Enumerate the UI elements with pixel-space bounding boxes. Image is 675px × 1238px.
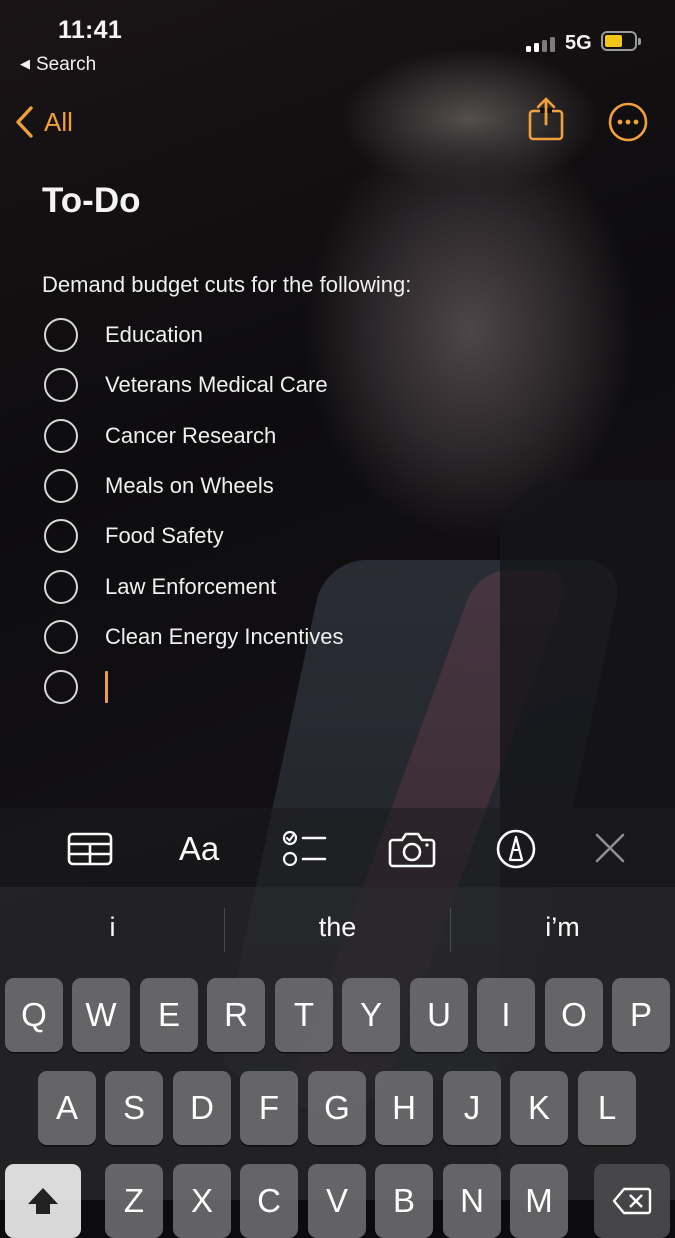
cellular-signal-icon	[526, 36, 556, 52]
key-g[interactable]: G	[308, 1071, 366, 1145]
delete-backspace-icon	[612, 1187, 652, 1215]
key-f[interactable]: F	[240, 1071, 298, 1145]
checklist-item-text[interactable]: Clean Energy Incentives	[105, 624, 343, 650]
checklist-item-text[interactable]: Veterans Medical Care	[105, 372, 328, 398]
key-z[interactable]: Z	[105, 1164, 163, 1238]
checklist-item-text[interactable]: Education	[105, 322, 203, 348]
checklist-item-text[interactable]: Meals on Wheels	[105, 473, 274, 499]
key-k[interactable]: K	[510, 1071, 568, 1145]
unchecked-circle-icon[interactable]	[44, 318, 78, 353]
back-app-label: Search	[36, 54, 97, 75]
key-v[interactable]: V	[308, 1164, 366, 1238]
unchecked-circle-icon[interactable]	[44, 670, 78, 705]
delete-key[interactable]	[594, 1164, 670, 1238]
network-type: 5G	[565, 32, 592, 54]
checklist-item-text[interactable]: Cancer Research	[105, 423, 276, 449]
key-a[interactable]: A	[38, 1071, 96, 1145]
unchecked-circle-icon[interactable]	[44, 469, 78, 504]
checklist-item[interactable]: Cancer Research	[44, 411, 343, 461]
key-i[interactable]: I	[477, 978, 535, 1052]
unchecked-circle-icon[interactable]	[44, 368, 78, 403]
text-format-button[interactable]: Aa	[170, 827, 228, 871]
unchecked-circle-icon[interactable]	[44, 569, 78, 604]
unchecked-circle-icon[interactable]	[44, 418, 78, 453]
unchecked-circle-icon[interactable]	[44, 519, 78, 554]
checklist-item-text[interactable]: Food Safety	[105, 523, 224, 549]
more-options-icon[interactable]	[607, 101, 649, 143]
checklist-item-text[interactable]: Law Enforcement	[105, 574, 276, 600]
key-u[interactable]: U	[410, 978, 468, 1052]
checklist-item[interactable]: Law Enforcement	[44, 561, 343, 611]
key-y[interactable]: Y	[342, 978, 400, 1052]
key-e[interactable]: E	[140, 978, 198, 1052]
key-j[interactable]: J	[443, 1071, 501, 1145]
checklist-item[interactable]: Education	[44, 310, 343, 360]
status-time: 11:41	[58, 16, 123, 44]
key-b[interactable]: B	[375, 1164, 433, 1238]
text-cursor	[105, 671, 108, 704]
unchecked-circle-icon[interactable]	[44, 619, 78, 654]
suggestion-3[interactable]: i’m	[450, 912, 675, 943]
chevron-left-icon	[16, 106, 33, 138]
checklist-item[interactable]: Clean Energy Incentives	[44, 612, 343, 662]
key-d[interactable]: D	[173, 1071, 231, 1145]
checklist: Education Veterans Medical Care Cancer R…	[44, 310, 343, 712]
key-r[interactable]: R	[207, 978, 265, 1052]
key-w[interactable]: W	[72, 978, 130, 1052]
checklist-item[interactable]: Meals on Wheels	[44, 461, 343, 511]
checklist-item-empty[interactable]	[44, 662, 343, 712]
key-o[interactable]: O	[545, 978, 603, 1052]
key-n[interactable]: N	[443, 1164, 501, 1238]
battery-icon	[601, 31, 641, 51]
key-c[interactable]: C	[240, 1164, 298, 1238]
key-p[interactable]: P	[612, 978, 670, 1052]
checklist-item[interactable]: Veterans Medical Care	[44, 360, 343, 410]
note-intro-text[interactable]: Demand budget cuts for the following:	[42, 272, 411, 298]
key-s[interactable]: S	[105, 1071, 163, 1145]
checklist-item[interactable]: Food Safety	[44, 511, 343, 561]
key-t[interactable]: T	[275, 978, 333, 1052]
checklist-icon[interactable]	[281, 827, 327, 871]
key-l[interactable]: L	[578, 1071, 636, 1145]
shift-arrow-icon	[28, 1188, 58, 1214]
markup-pen-icon[interactable]	[495, 827, 537, 871]
back-to-all-button[interactable]: All	[14, 104, 73, 140]
key-m[interactable]: M	[510, 1164, 568, 1238]
key-q[interactable]: Q	[5, 978, 63, 1052]
note-title[interactable]: To-Do	[42, 181, 140, 221]
shift-key[interactable]	[5, 1164, 81, 1238]
suggestion-1[interactable]: i	[0, 912, 225, 943]
camera-icon[interactable]	[388, 827, 436, 871]
suggestion-2[interactable]: the	[225, 912, 450, 943]
back-label: All	[44, 106, 73, 137]
table-icon[interactable]	[67, 827, 113, 871]
back-to-search-link[interactable]: ◀ Search	[20, 54, 96, 76]
key-h[interactable]: H	[375, 1071, 433, 1145]
share-icon[interactable]	[526, 96, 566, 142]
back-triangle-icon: ◀	[20, 56, 30, 71]
close-icon[interactable]	[592, 827, 628, 871]
key-x[interactable]: X	[173, 1164, 231, 1238]
